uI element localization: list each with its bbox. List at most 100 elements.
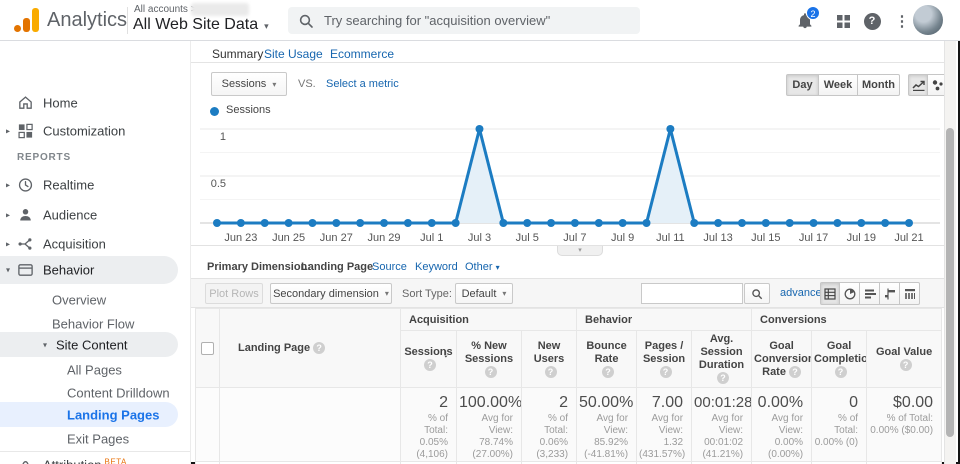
- expand-icon[interactable]: ▸: [6, 181, 10, 190]
- primary-dimension-label: Primary Dimension:: [207, 261, 311, 273]
- sidebar-item-all-pages[interactable]: All Pages: [0, 358, 190, 381]
- sidebar-item-exit-pages[interactable]: Exit Pages: [0, 427, 190, 451]
- help-icon[interactable]: ?: [602, 366, 614, 378]
- sort-type-dropdown[interactable]: Default▾: [455, 283, 513, 304]
- customization-icon: [17, 123, 34, 140]
- svg-text:0.5: 0.5: [211, 178, 226, 190]
- select-all-checkbox[interactable]: [201, 342, 214, 355]
- analytics-logo-icon[interactable]: [14, 8, 40, 32]
- col-goal-value[interactable]: Goal Value?: [867, 331, 942, 388]
- dimension-landing-page[interactable]: Landing Page: [301, 261, 373, 273]
- tab-summary[interactable]: Summary: [212, 47, 263, 61]
- percentage-view-button[interactable]: [840, 282, 860, 305]
- col-goal-conversion-rate[interactable]: Goal Conversion Rate?: [752, 331, 812, 388]
- tab-ecommerce[interactable]: Ecommerce: [330, 47, 394, 61]
- svg-text:Jul 19: Jul 19: [847, 232, 876, 244]
- expand-icon[interactable]: ▸: [6, 240, 10, 249]
- apps-grid-icon[interactable]: [833, 11, 853, 31]
- col-pct-new-sessions[interactable]: % New Sessions?: [457, 331, 522, 388]
- col-avg-session-duration[interactable]: Avg. Session Duration?: [692, 331, 752, 388]
- sort-type-label: Sort Type:: [402, 288, 452, 300]
- user-avatar[interactable]: [913, 5, 943, 35]
- sidebar-item-audience[interactable]: ▸ Audience: [0, 202, 190, 228]
- help-icon[interactable]: ?: [660, 366, 672, 378]
- help-icon[interactable]: ?: [900, 359, 912, 371]
- col-pages-session[interactable]: Pages / Session?: [637, 331, 692, 388]
- secondary-dimension-dropdown[interactable]: Secondary dimension▾: [270, 283, 392, 304]
- group-acquisition: Acquisition: [401, 309, 577, 331]
- collapse-icon[interactable]: ▾: [6, 266, 10, 275]
- accounts-breadcrumb[interactable]: All accounts: [134, 4, 188, 15]
- svg-text:Jul 21: Jul 21: [894, 232, 923, 244]
- performance-view-button[interactable]: [860, 282, 880, 305]
- notifications-bell-icon[interactable]: 2: [795, 11, 815, 31]
- granularity-week-button[interactable]: Week: [819, 74, 858, 96]
- table-search-input[interactable]: [641, 283, 743, 304]
- plot-rows-button[interactable]: Plot Rows: [205, 283, 263, 304]
- col-sessions[interactable]: Sessions ? ↓: [401, 331, 457, 388]
- group-conversions: Conversions: [752, 309, 942, 331]
- expand-icon[interactable]: ▸: [6, 211, 10, 220]
- sidebar-item-landing-pages[interactable]: Landing Pages: [0, 402, 178, 427]
- property-selector[interactable]: All Web Site Data ▾: [133, 16, 269, 34]
- sidebar-item-overview[interactable]: Overview: [0, 288, 190, 312]
- sidebar-item-home[interactable]: Home: [0, 90, 190, 116]
- granularity-month-button[interactable]: Month: [858, 74, 900, 96]
- col-goal-completions[interactable]: Goal Completions?: [812, 331, 867, 388]
- sidebar-item-attribution[interactable]: AttributionBETA: [0, 452, 190, 464]
- help-icon[interactable]: ?: [485, 366, 497, 378]
- col-new-users[interactable]: New Users?: [522, 331, 577, 388]
- sidebar-item-site-content[interactable]: ▾ Site Content: [0, 332, 178, 357]
- table-view-toggle: [820, 282, 920, 305]
- sidebar-item-customization[interactable]: ▸ Customization: [0, 118, 190, 144]
- search-input[interactable]: [324, 13, 630, 28]
- comparison-view-button[interactable]: [880, 282, 900, 305]
- dimension-source-link[interactable]: Source: [372, 261, 407, 273]
- overflow-menu-icon[interactable]: ⋮: [892, 11, 912, 31]
- metric-selector-dropdown[interactable]: Sessions▾: [211, 72, 287, 96]
- table-search-button[interactable]: [744, 283, 770, 304]
- svg-text:Jul 15: Jul 15: [751, 232, 780, 244]
- tab-site-usage[interactable]: Site Usage: [264, 47, 323, 61]
- search-icon: [751, 288, 763, 300]
- svg-text:Jul 17: Jul 17: [799, 232, 828, 244]
- dimension-other-dropdown[interactable]: Other ▾: [465, 261, 500, 273]
- sidebar-item-acquisition[interactable]: ▸ Acquisition: [0, 231, 190, 257]
- pivot-view-button[interactable]: [900, 282, 920, 305]
- sidebar-item-content-drilldown[interactable]: Content Drilldown: [0, 381, 190, 404]
- chart-collapse-handle[interactable]: ▾: [557, 246, 603, 256]
- global-search-bar[interactable]: [288, 7, 640, 34]
- caret-down-icon: ▾: [272, 80, 276, 89]
- behavior-icon: [17, 262, 34, 279]
- property-name: All Web Site Data: [133, 16, 258, 34]
- top-app-bar: Analytics All accounts > All Web Site Da…: [0, 0, 960, 41]
- summary-bounce-rate: 50.00%Avg for View: 85.92% (-41.81%): [577, 388, 637, 462]
- granularity-day-button[interactable]: Day: [786, 74, 819, 96]
- data-table-view-button[interactable]: [820, 282, 840, 305]
- help-icon[interactable]: ?: [424, 359, 436, 371]
- line-chart-view-button[interactable]: [908, 74, 928, 96]
- expand-icon[interactable]: ▸: [6, 127, 10, 136]
- sidebar-item-realtime[interactable]: ▸ Realtime: [0, 172, 190, 198]
- col-bounce-rate[interactable]: Bounce Rate?: [577, 331, 637, 388]
- help-icon[interactable]: ?: [545, 366, 557, 378]
- help-icon[interactable]: ?: [789, 366, 801, 378]
- sessions-line-chart[interactable]: 0.51Jun 23Jun 25Jun 27Jun 29Jul 1Jul 3Ju…: [200, 120, 940, 248]
- help-icon[interactable]: ?: [313, 342, 325, 354]
- vertical-scrollbar-thumb[interactable]: [946, 128, 954, 437]
- svg-text:Jun 25: Jun 25: [272, 232, 305, 244]
- help-icon[interactable]: ?: [717, 372, 729, 384]
- dimension-keyword-link[interactable]: Keyword: [415, 261, 458, 273]
- comparison-icon: [884, 288, 896, 300]
- help-icon[interactable]: ?: [835, 366, 847, 378]
- svg-text:Jul 13: Jul 13: [703, 232, 732, 244]
- landing-pages-table: Landing Page? Acquisition Behavior Conve…: [195, 308, 942, 464]
- help-icon[interactable]: ?: [862, 11, 882, 31]
- svg-text:Jun 27: Jun 27: [320, 232, 353, 244]
- svg-text:1: 1: [220, 131, 226, 143]
- col-landing-page[interactable]: Landing Page?: [220, 309, 401, 388]
- select-metric-link[interactable]: Select a metric: [326, 78, 399, 90]
- sidebar-item-behavior[interactable]: ▾ Behavior: [0, 256, 178, 284]
- legend-sessions-label: Sessions: [226, 104, 271, 116]
- collapse-icon[interactable]: ▾: [43, 340, 47, 349]
